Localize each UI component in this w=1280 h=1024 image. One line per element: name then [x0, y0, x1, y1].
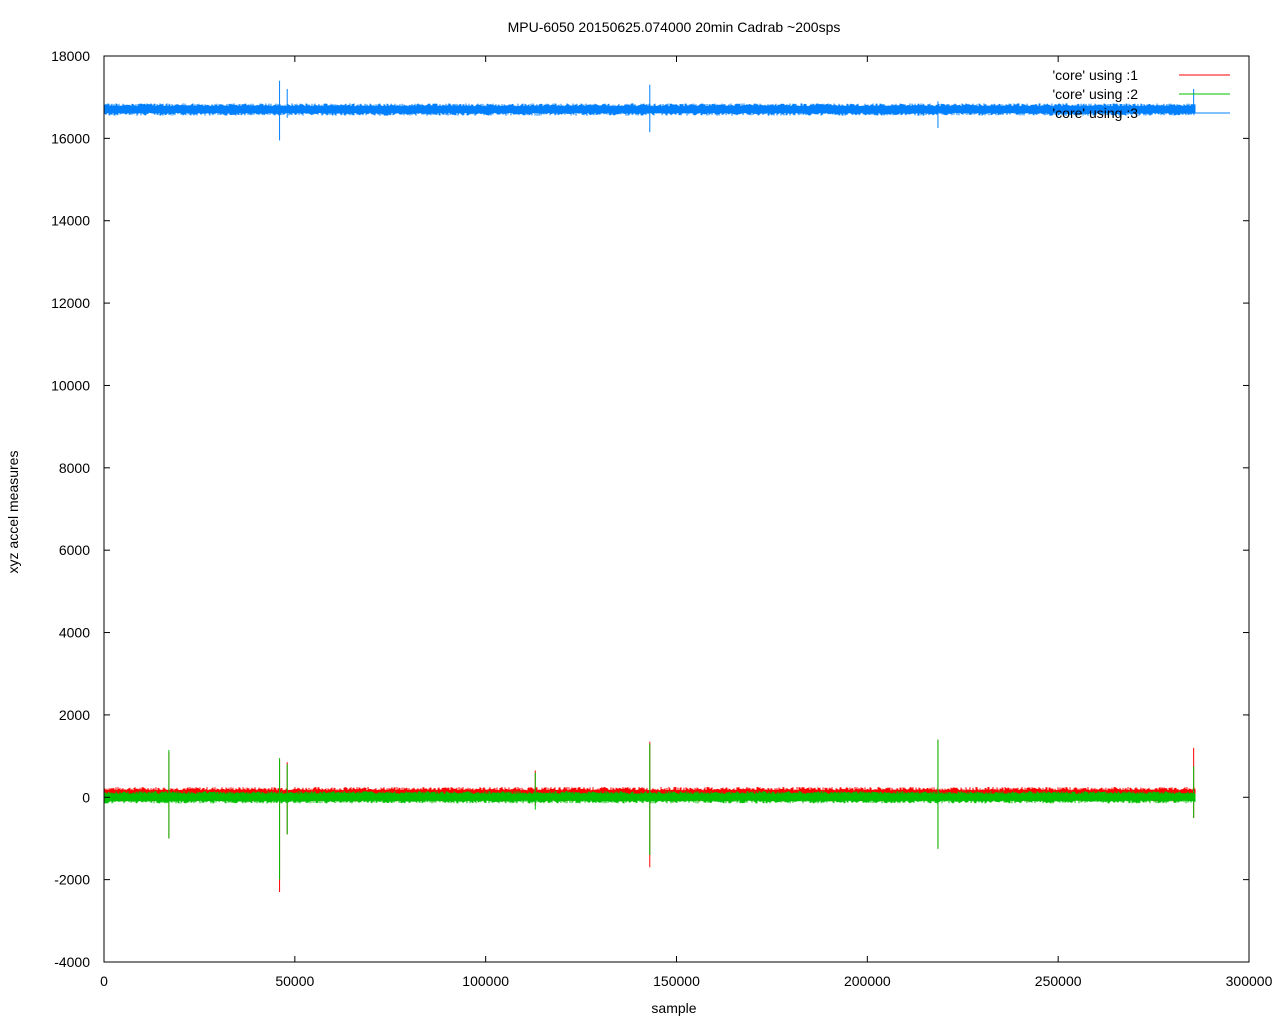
series-3	[104, 80, 1196, 141]
chart: MPU-6050 20150625.074000 20min Cadrab ~2…	[5, 19, 1273, 1016]
x-tick-label: 200000	[844, 973, 891, 989]
x-axis-label: sample	[651, 1000, 696, 1016]
x-tick-label: 300000	[1226, 973, 1273, 989]
y-tick-label: 14000	[51, 213, 90, 229]
y-tick-label: 6000	[59, 542, 90, 558]
y-tick-label: 4000	[59, 625, 90, 641]
legend-label: 'core' using :3	[1052, 105, 1138, 121]
y-tick-label: -2000	[54, 872, 90, 888]
y-axis-label: xyz accel measures	[5, 451, 21, 574]
x-tick-label: 250000	[1035, 973, 1082, 989]
y-tick-label: 18000	[51, 48, 90, 64]
legend-label: 'core' using :2	[1052, 86, 1138, 102]
x-tick-label: 100000	[462, 973, 509, 989]
plot-frame	[103, 55, 1250, 963]
y-tick-label: -4000	[54, 954, 90, 970]
series-layer	[104, 80, 1196, 892]
y-tick-label: 16000	[51, 130, 90, 146]
x-tick-label: 150000	[653, 973, 700, 989]
legend-label: 'core' using :1	[1052, 67, 1138, 83]
y-tick-label: 0	[82, 789, 90, 805]
y-tick-label: 12000	[51, 295, 90, 311]
chart-title: MPU-6050 20150625.074000 20min Cadrab ~2…	[508, 19, 841, 35]
y-tick-label: 8000	[59, 460, 90, 476]
x-tick-label: 0	[100, 973, 108, 989]
x-tick-label: 50000	[275, 973, 314, 989]
ticks-layer: 0 50000 100000 150000 200000 250000 300000-400…	[51, 48, 1273, 989]
y-tick-label: 10000	[51, 377, 90, 393]
y-tick-label: 2000	[59, 707, 90, 723]
